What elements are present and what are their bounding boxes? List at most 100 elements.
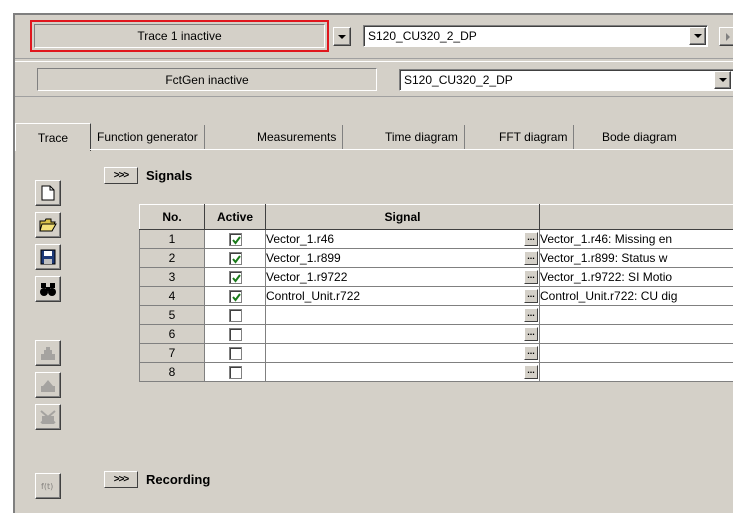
signal-name: Vector_1.r46	[266, 232, 334, 246]
signal-description	[540, 325, 733, 344]
active-cell	[205, 230, 266, 249]
signal-cell[interactable]: Vector_1.r9722...	[266, 268, 540, 287]
table-row[interactable]: 7...	[140, 344, 733, 363]
active-checkbox[interactable]	[229, 252, 242, 265]
save-disk-icon	[40, 249, 56, 265]
tab-time-diagram[interactable]: Time diagram	[379, 125, 465, 149]
column-header-signal[interactable]: Signal	[266, 205, 540, 230]
tab-measurements[interactable]: Measurements	[251, 125, 343, 149]
active-checkbox[interactable]	[229, 366, 242, 379]
delete-icon	[39, 409, 57, 425]
row-number: 1	[140, 230, 205, 249]
checkmark-icon	[231, 273, 242, 284]
tab-measurements-label: Measurements	[257, 130, 336, 144]
delete-button[interactable]	[35, 404, 61, 430]
signal-description: Vector_1.r9722: SI Motio	[540, 268, 733, 287]
active-cell	[205, 287, 266, 306]
fctgen-device-select[interactable]: S120_CU320_2_DP	[399, 69, 733, 91]
fctgen-device-dropdown-button[interactable]	[714, 71, 731, 89]
checkmark-icon	[231, 292, 242, 303]
new-button[interactable]	[35, 180, 61, 206]
browse-signal-button[interactable]: ...	[524, 232, 538, 246]
row-number: 3	[140, 268, 205, 287]
signal-cell[interactable]: Vector_1.r899...	[266, 249, 540, 268]
column-header-active[interactable]: Active	[205, 205, 266, 230]
table-row[interactable]: 3 Vector_1.r9722...Vector_1.r9722: SI Mot…	[140, 268, 733, 287]
active-checkbox[interactable]	[229, 271, 242, 284]
function-button[interactable]: f(t)	[35, 473, 61, 499]
tab-divider	[90, 149, 733, 150]
browse-signal-button[interactable]: ...	[524, 365, 538, 379]
tab-bode-diagram-label: Bode diagram	[602, 130, 677, 144]
fctgen-device-value: S120_CU320_2_DP	[404, 73, 513, 87]
table-row[interactable]: 4Control_Unit.r722...Control_Unit.r722: …	[140, 287, 733, 306]
table-row[interactable]: 6...	[140, 325, 733, 344]
signal-description	[540, 363, 733, 382]
upload-icon	[39, 345, 57, 361]
browse-signal-button[interactable]: ...	[524, 270, 538, 284]
tab-time-diagram-label: Time diagram	[385, 130, 458, 144]
trace-status-bar: Trace 1 inactive S120_CU320_2_DP	[15, 15, 733, 59]
active-checkbox[interactable]	[229, 309, 242, 322]
trace-mode-dropdown-button[interactable]	[333, 27, 351, 46]
download-button[interactable]	[35, 372, 61, 398]
recording-section-title: Recording	[146, 472, 210, 487]
active-cell	[205, 268, 266, 287]
tab-fft-diagram[interactable]: FFT diagram	[493, 125, 574, 149]
browse-signal-button[interactable]: ...	[524, 251, 538, 265]
signal-description	[540, 306, 733, 325]
fctgen-status-field: FctGen inactive	[37, 68, 377, 91]
tab-bar: Trace Function generator Measurements Ti…	[15, 123, 733, 151]
svg-text:f(t): f(t)	[41, 482, 53, 491]
active-checkbox[interactable]	[229, 233, 242, 246]
signal-cell[interactable]: Vector_1.r46...	[266, 230, 540, 249]
table-row[interactable]: 5...	[140, 306, 733, 325]
find-button[interactable]	[35, 276, 61, 302]
signal-cell[interactable]: ...	[266, 344, 540, 363]
column-header-description[interactable]	[540, 205, 733, 230]
browse-signal-button[interactable]: ...	[524, 289, 538, 303]
fctgen-status-bar: FctGen inactive S120_CU320_2_DP	[15, 61, 733, 97]
signal-cell[interactable]: ...	[266, 306, 540, 325]
table-row[interactable]: 1 Vector_1.r46...Vector_1.r46: Missing en	[140, 230, 733, 249]
fctgen-status-label: FctGen inactive	[165, 73, 248, 87]
signal-cell[interactable]: ...	[266, 363, 540, 382]
signal-name: Vector_1.r9722	[266, 270, 347, 284]
browse-signal-button[interactable]: ...	[524, 346, 538, 360]
trace-device-value: S120_CU320_2_DP	[368, 29, 477, 43]
save-button[interactable]	[35, 244, 61, 270]
tab-trace-label: Trace	[38, 131, 68, 145]
upload-button[interactable]	[35, 340, 61, 366]
signals-section-title: Signals	[146, 168, 192, 183]
new-document-icon	[41, 185, 55, 201]
signals-expander-button[interactable]: >>>	[104, 167, 138, 184]
tab-trace[interactable]: Trace	[15, 123, 91, 151]
signal-name: Control_Unit.r722	[266, 289, 360, 303]
browse-signal-button[interactable]: ...	[524, 327, 538, 341]
trace-device-select[interactable]: S120_CU320_2_DP	[363, 25, 708, 47]
browse-signal-button[interactable]: ...	[524, 308, 538, 322]
tab-function-generator[interactable]: Function generator	[91, 125, 205, 149]
signal-name: Vector_1.r899	[266, 251, 341, 265]
download-icon	[39, 377, 57, 393]
active-cell	[205, 325, 266, 344]
signal-cell[interactable]: Control_Unit.r722...	[266, 287, 540, 306]
table-row[interactable]: 8...	[140, 363, 733, 382]
active-cell	[205, 306, 266, 325]
trace-status-highlight	[30, 20, 329, 52]
active-checkbox[interactable]	[229, 328, 242, 341]
column-header-no[interactable]: No.	[140, 205, 205, 230]
tab-fft-diagram-label: FFT diagram	[499, 130, 567, 144]
table-row[interactable]: 2Vector_1.r899...Vector_1.r899: Status w	[140, 249, 733, 268]
active-checkbox[interactable]	[229, 347, 242, 360]
trace-device-dropdown-button[interactable]	[689, 27, 706, 45]
signal-cell[interactable]: ...	[266, 325, 540, 344]
open-button[interactable]	[35, 212, 61, 238]
trace-next-button[interactable]	[719, 27, 733, 46]
tab-bode-diagram[interactable]: Bode diagram	[596, 125, 683, 149]
active-checkbox[interactable]	[229, 290, 242, 303]
signal-description: Vector_1.r46: Missing en	[540, 230, 733, 249]
chevron-right-icon	[726, 33, 730, 41]
signal-description	[540, 344, 733, 363]
recording-expander-button[interactable]: >>>	[104, 471, 138, 488]
